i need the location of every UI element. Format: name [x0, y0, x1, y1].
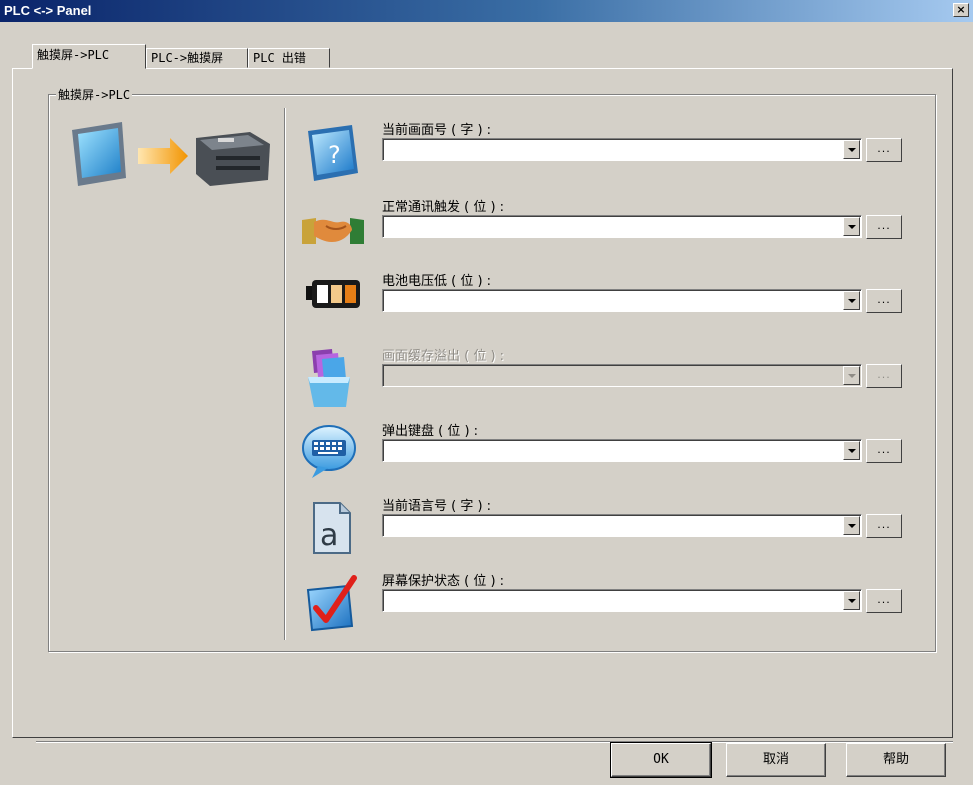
tab-plc-error[interactable]: PLC 出错: [248, 48, 330, 68]
separator: [36, 741, 953, 742]
field-row-screensaver-status: 屏幕保护状态 ( 位 ) : ...: [300, 570, 910, 632]
field-row-battery-low: 电池电压低 ( 位 ) : ...: [300, 270, 910, 330]
popup-keyboard-browse-button[interactable]: ...: [866, 439, 902, 463]
language-document-icon: a: [313, 502, 351, 554]
chevron-down-icon[interactable]: [843, 441, 860, 460]
keyboard-bubble-icon: [302, 425, 356, 478]
arrow-icon: [138, 138, 188, 174]
battery-low-combo[interactable]: [382, 289, 862, 312]
window-title: PLC <-> Panel: [4, 3, 92, 18]
svg-text:?: ?: [328, 141, 341, 169]
touch-panel-icon: [72, 122, 126, 186]
current-screen-combo[interactable]: [382, 138, 862, 161]
group-divider: [284, 108, 285, 640]
cancel-label: 取消: [762, 752, 789, 767]
handshake-icon: [302, 218, 364, 244]
field-row-popup-keyboard: 弹出键盘 ( 位 ) : ...: [300, 420, 910, 480]
question-monitor-icon: ?: [308, 125, 358, 181]
popup-keyboard-label: 弹出键盘 ( 位 ) :: [382, 424, 479, 439]
ok-label: OK: [653, 752, 669, 767]
screensaver-status-label: 屏幕保护状态 ( 位 ) :: [382, 574, 505, 589]
current-language-label: 当前语言号 ( 字 ) :: [382, 499, 492, 514]
chevron-down-icon[interactable]: [843, 516, 860, 535]
chevron-down-icon[interactable]: [843, 140, 860, 159]
chevron-down-icon[interactable]: [843, 591, 860, 610]
comm-trigger-combo[interactable]: [382, 215, 862, 238]
chevron-down-icon: [843, 366, 860, 385]
tab-touchscreen-to-plc[interactable]: 触摸屏->PLC: [32, 44, 146, 69]
screensaver-status-combo[interactable]: [382, 589, 862, 612]
tab-plc-to-touchscreen[interactable]: PLC->触摸屏: [146, 48, 248, 68]
current-screen-browse-button[interactable]: ...: [866, 138, 902, 162]
popup-keyboard-combo[interactable]: [382, 439, 862, 462]
screen-buffer-overflow-label: 画面缓存溢出 ( 位 ) :: [382, 349, 505, 364]
comm-trigger-browse-button[interactable]: ...: [866, 215, 902, 239]
field-row-current-screen: ? 当前画面号 ( 字 ) : ...: [300, 119, 910, 181]
chevron-down-icon[interactable]: [843, 291, 860, 310]
help-label: 帮助: [882, 752, 909, 767]
battery-low-label: 电池电压低 ( 位 ) :: [382, 274, 492, 289]
battery-icon: [306, 280, 360, 308]
plc-device-icon: [196, 132, 270, 186]
field-row-current-language: a 当前语言号 ( 字 ) : ...: [300, 495, 910, 555]
current-language-combo[interactable]: [382, 514, 862, 537]
svg-text:a: a: [320, 518, 338, 553]
cancel-button[interactable]: 取消: [726, 743, 826, 777]
stacked-bucket-icon: [308, 349, 350, 407]
group-legend: 触摸屏->PLC: [56, 86, 133, 103]
title-bar[interactable]: PLC <-> Panel ×: [0, 0, 973, 22]
panel-to-plc-illustration-icon: [72, 122, 270, 186]
ok-button[interactable]: OK: [610, 742, 712, 778]
current-language-browse-button[interactable]: ...: [866, 514, 902, 538]
close-button[interactable]: ×: [953, 3, 969, 17]
current-screen-label: 当前画面号 ( 字 ) :: [382, 123, 492, 138]
field-row-comm-trigger: 正常通讯触发 ( 位 ) : ...: [300, 196, 910, 256]
field-row-screen-buffer-overflow: 画面缓存溢出 ( 位 ) : ...: [300, 345, 910, 407]
chevron-down-icon[interactable]: [843, 217, 860, 236]
help-button[interactable]: 帮助: [846, 743, 946, 777]
screen-buffer-overflow-browse-button: ...: [866, 364, 902, 388]
screensaver-status-browse-button[interactable]: ...: [866, 589, 902, 613]
battery-low-browse-button[interactable]: ...: [866, 289, 902, 313]
comm-trigger-label: 正常通讯触发 ( 位 ) :: [382, 200, 505, 215]
screen-buffer-overflow-combo: [382, 364, 862, 387]
checkmark-box-icon: [306, 575, 357, 632]
